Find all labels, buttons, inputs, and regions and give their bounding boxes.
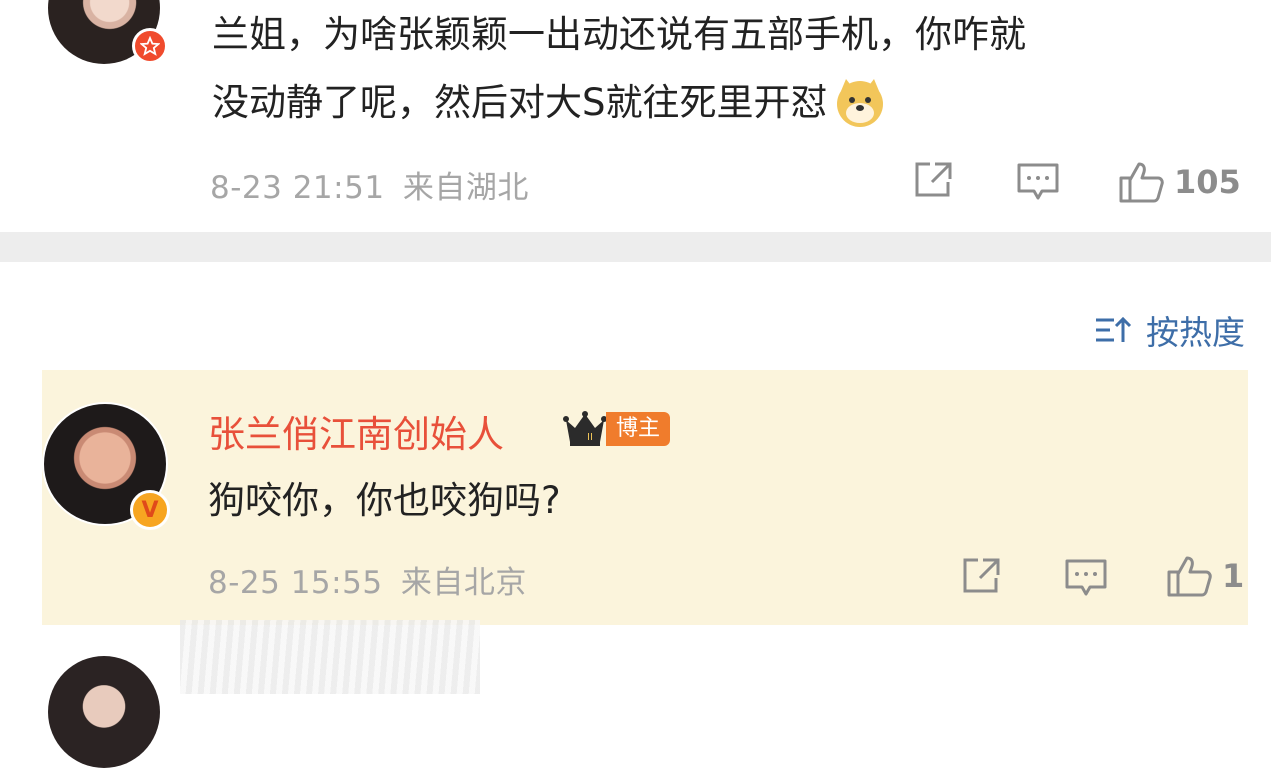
reply-comment-icon[interactable]: [1016, 162, 1060, 202]
next-commenter-avatar[interactable]: [48, 656, 160, 768]
repost-icon[interactable]: [912, 160, 954, 200]
doge-emoji-icon: [834, 77, 886, 129]
crown-level-icon: II: [563, 410, 607, 448]
section-divider: [0, 232, 1271, 262]
comment1-date: 8-23 21:51: [210, 170, 385, 206]
verified-v-badge-icon: V: [130, 490, 170, 530]
blogger-username[interactable]: 张兰俏江南创始人: [208, 404, 504, 458]
member-star-badge-icon: [132, 28, 168, 64]
reply-meta: 8-25 15:55 来自北京: [208, 557, 527, 602]
blogger-badge: 博主: [606, 412, 671, 446]
comment-text-line-2: 没动静了呢，然后对大S就往死里开怼: [212, 81, 828, 124]
sort-icon: [1094, 314, 1132, 346]
blogger-reply-text: 狗咬你，你也咬狗吗?: [208, 479, 561, 522]
reply-location: 来自北京: [400, 565, 527, 601]
reply-like-button[interactable]: 1: [1166, 554, 1244, 598]
comment1-like-button[interactable]: 105: [1118, 160, 1241, 204]
comment-text-line-1: 兰姐，为啥张颖颖一出动还说有五部手机，你咋就: [212, 13, 1026, 56]
reply-repost-icon[interactable]: [960, 556, 1002, 596]
thumbs-up-icon: [1118, 160, 1166, 204]
sort-by-hot-button[interactable]: 按热度: [1094, 306, 1245, 354]
sort-label: 按热度: [1146, 313, 1245, 352]
comment1-location: 来自湖北: [402, 170, 529, 206]
reply-like-count: 1: [1222, 557, 1245, 595]
thumbs-up-icon-2: [1166, 554, 1214, 598]
comment-text-line-2-row: 没动静了呢，然后对大S就往死里开怼: [212, 72, 1252, 134]
crown-level-text: II: [587, 432, 593, 443]
blurred-username: [180, 620, 480, 694]
comment1-like-count: 105: [1174, 163, 1241, 201]
comment1-meta: 8-23 21:51 来自湖北: [210, 162, 529, 207]
reply-date: 8-25 15:55: [208, 565, 383, 601]
reply-comment-icon-2[interactable]: [1064, 558, 1108, 598]
